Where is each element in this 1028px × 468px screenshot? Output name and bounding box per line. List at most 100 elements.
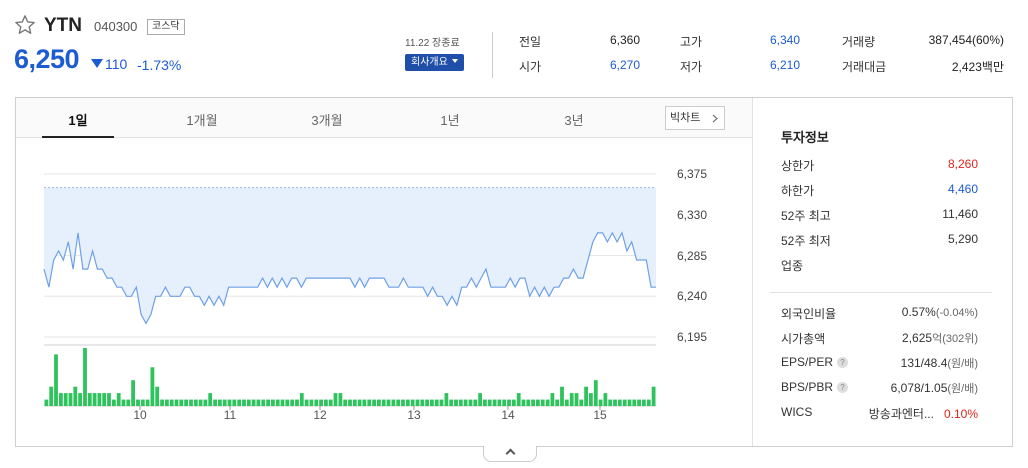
market-badge: 코스닥 [147,19,185,35]
info-label: 외국인비율 [781,305,836,322]
volume-bar [492,399,497,406]
info-value: 0.57%(-0.04%) [838,305,978,319]
quote-label: 전일 [519,35,542,49]
info-value: 방송과엔터... 0.10% [838,405,978,422]
volume-bar [59,393,63,406]
volume-bar [333,393,338,406]
quote-label: 거래량 [842,35,876,49]
info-value: 11,460 [942,207,978,221]
quote-value: 2,423백만 [951,60,1004,74]
period-tab[interactable]: 3개월 [287,110,367,129]
volume-bar [377,399,381,406]
volume-bar [396,399,401,406]
volume-bar [49,386,54,406]
volume-bar [54,354,58,406]
volume-bar [401,399,405,406]
volume-bar [391,399,396,406]
info-label-text: WICS [781,405,813,419]
volume-bar [275,399,280,406]
big-chart-button[interactable]: 빅차트 [665,106,725,130]
volume-bar [251,399,256,406]
volume-bar [526,399,531,406]
volume-bar [107,393,111,406]
x-tick-label: 13 [407,408,421,422]
company-overview-button[interactable]: 회사개요 [405,54,464,71]
volume-bar [63,393,68,406]
volume-bar [584,386,588,406]
volume-bar [579,399,584,406]
volume-bar [564,399,569,406]
chevron-right-icon [712,114,718,123]
favorite-star-icon[interactable] [14,14,36,36]
volume-bar [637,399,641,406]
volume-bar [362,399,367,406]
header-divider [492,32,493,78]
volume-bar [169,399,174,406]
volume-bar [309,399,314,406]
info-value: 6,078/1.05(원/배) [838,380,978,396]
volume-bar [627,399,632,406]
info-label-text: BPS/PBR [781,380,834,394]
stock-code: 040300 [94,19,138,34]
volume-bar [256,399,261,406]
volume-bar [150,367,155,406]
volume-bar [483,399,487,406]
info-label: 상한가 [781,159,815,173]
volume-bar [405,399,410,406]
volume-bar [540,399,545,406]
volume-bar [78,393,82,406]
volume-bar [511,399,516,406]
period-tab[interactable]: 1년 [410,110,490,129]
volume-bar [463,399,468,406]
info-value: 4,460 [947,182,978,196]
volume-bar [545,399,550,406]
volume-bar [165,399,169,406]
volume-bar [232,399,237,406]
quote-value: 387,454(60%) [928,33,1004,47]
volume-bar [458,399,463,406]
volume-bar [198,399,203,406]
volume-bar [478,393,482,406]
period-tab[interactable]: 1일 [38,110,118,129]
info-value-text: 0.57% [901,305,936,319]
volume-bar [608,399,613,406]
info-value-unit: 억(302위) [932,333,978,345]
volume-bar [613,399,617,406]
info-divider [770,292,992,293]
volume-bar [189,399,193,406]
volume-bar [348,399,352,406]
y-tick-label: 6,375 [677,167,708,181]
volume-bar [246,399,251,406]
y-tick-label: 6,240 [677,289,708,304]
volume-bar [497,399,502,406]
volume-bar [290,399,295,406]
volume-bar [68,393,73,406]
volume-bar [550,393,555,406]
period-tab[interactable]: 3년 [534,110,614,129]
volume-bar [651,386,656,406]
volume-bar [304,399,309,406]
volume-bar [603,393,608,406]
volume-bar [174,399,179,406]
y-tick-label: 6,285 [677,248,708,263]
collapse-toggle-button[interactable] [483,446,537,462]
price-change: 110 [91,56,127,72]
volume-bar [444,393,449,406]
volume-bar [160,399,164,406]
volume-bar [280,399,285,406]
volume-bar [97,393,102,406]
volume-bar [646,399,651,406]
quote-label: 거래대금 [842,60,887,74]
volume-bar [487,399,492,406]
info-value-unit: (원/배) [947,358,978,370]
volume-bar [218,399,222,406]
volume-bar [184,399,188,406]
period-tab[interactable]: 1개월 [162,110,242,129]
volume-bar [222,399,227,406]
y-tick-label: 6,195 [677,330,708,344]
volume-bar [299,393,304,406]
chevron-up-icon [505,448,516,459]
volume-bar [521,399,526,406]
volume-bar [410,399,415,406]
volume-bar [434,399,439,406]
